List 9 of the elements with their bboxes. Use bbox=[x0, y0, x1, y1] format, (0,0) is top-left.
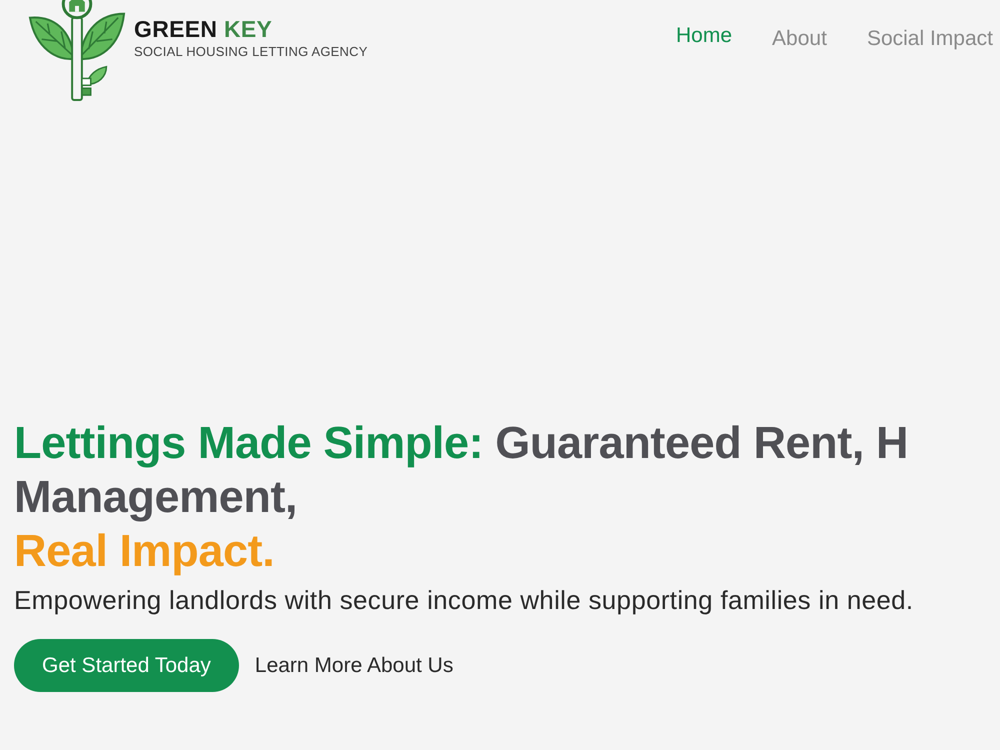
hero-subtitle: Empowering landlords with secure income while supporting families in need. bbox=[14, 584, 914, 616]
learn-more-link[interactable]: Learn More About Us bbox=[254, 650, 454, 682]
brand-tagline: SOCIAL HOUSING LETTING AGENCY bbox=[134, 44, 368, 60]
get-started-button[interactable]: Get Started Today bbox=[14, 639, 239, 692]
nav-link[interactable]: Social Impact bbox=[866, 26, 993, 52]
nav-link[interactable]: About bbox=[772, 26, 827, 52]
brand-name: GREEN KEY bbox=[134, 16, 274, 42]
hero-headline: Lettings Made Simple: Guaranteed Rent, H Management, Real Impact. bbox=[14, 416, 908, 578]
nav-link[interactable]: Home bbox=[676, 23, 732, 49]
